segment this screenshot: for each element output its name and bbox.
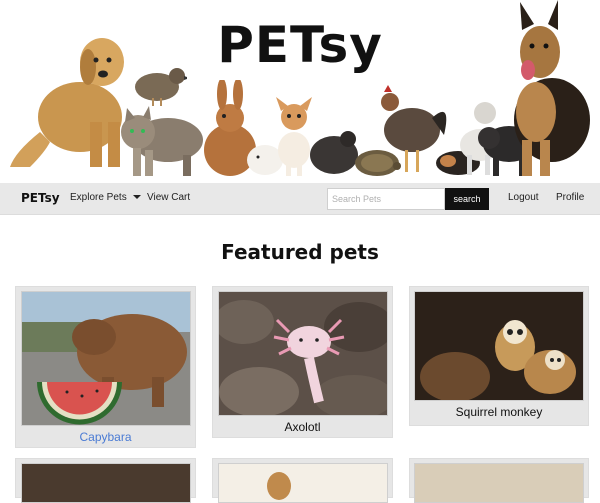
chevron-down-icon bbox=[132, 195, 141, 200]
search-input[interactable] bbox=[327, 188, 445, 210]
explore-pets-dropdown[interactable]: Explore Pets bbox=[70, 192, 141, 203]
pet-name-squirrel-monkey[interactable]: Squirrel monkey bbox=[410, 405, 588, 419]
navbar-brand[interactable]: PETsy bbox=[21, 191, 60, 205]
pet-name-axolotl[interactable]: Axolotl bbox=[213, 420, 392, 434]
capybara-photo[interactable] bbox=[21, 291, 191, 426]
squirrel-monkey-image bbox=[415, 292, 583, 400]
pet-name-capybara[interactable]: Capybara bbox=[16, 430, 195, 444]
pet-card[interactable] bbox=[409, 458, 589, 503]
pet-card-capybara[interactable]: Capybara bbox=[15, 286, 196, 448]
logout-link[interactable]: Logout bbox=[508, 192, 539, 203]
hero-banner: PETsy bbox=[0, 0, 600, 183]
pet-photo[interactable] bbox=[21, 463, 191, 503]
squirrel-monkey-photo[interactable] bbox=[414, 291, 584, 401]
pet-photo[interactable] bbox=[218, 463, 388, 503]
profile-link[interactable]: Profile bbox=[556, 192, 584, 203]
axolotl-photo[interactable] bbox=[218, 291, 388, 416]
pet-card-axolotl[interactable]: Axolotl bbox=[212, 286, 393, 438]
cat-image bbox=[121, 106, 203, 176]
pet-image bbox=[267, 472, 291, 500]
pet-card[interactable] bbox=[212, 458, 393, 503]
view-cart-link[interactable]: View Cart bbox=[147, 192, 190, 203]
hero-title: PETsy bbox=[217, 16, 383, 74]
explore-pets-label: Explore Pets bbox=[70, 192, 127, 203]
pet-photo[interactable] bbox=[414, 463, 584, 503]
capybara-image bbox=[22, 292, 190, 425]
navbar: PETsy Explore Pets View Cart search Logo… bbox=[0, 183, 600, 215]
search-button[interactable]: search bbox=[445, 188, 489, 210]
pet-card-squirrel-monkey[interactable]: Squirrel monkey bbox=[409, 286, 589, 426]
featured-title: Featured pets bbox=[221, 240, 379, 264]
pet-card[interactable] bbox=[15, 458, 196, 503]
axolotl-image bbox=[219, 292, 387, 415]
